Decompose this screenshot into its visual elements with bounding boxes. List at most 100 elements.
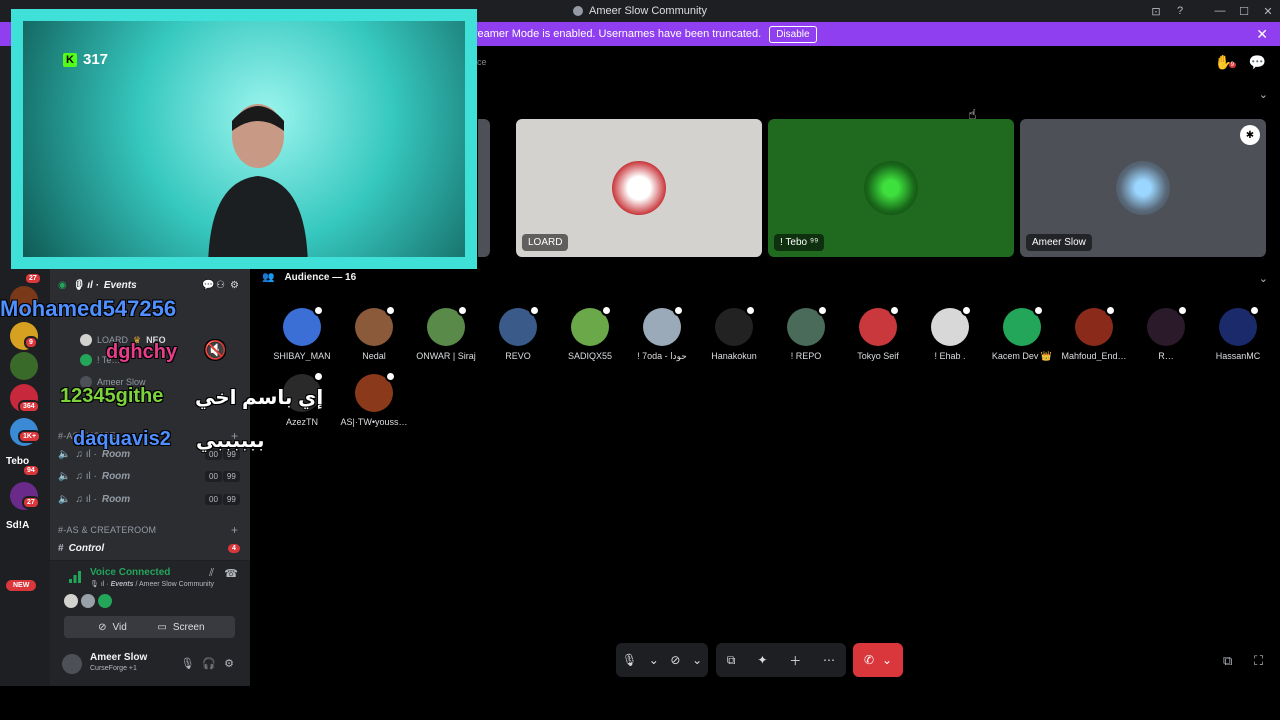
signal-icon[interactable] [68,570,82,584]
maximize-button[interactable]: ☐ [1232,5,1256,18]
audience-member[interactable]: R… [1130,305,1202,361]
gear-icon[interactable]: ⚙ [224,657,234,670]
audience-member[interactable]: Hanakokun [698,305,770,361]
avatar [64,594,78,608]
member-name: ! Ehab . [934,351,966,361]
member-name: Hanakokun [711,351,757,361]
chevron-down-icon[interactable]: ⌄ [649,653,659,667]
audience-member[interactable]: Kacem Dev 👑 [986,305,1058,362]
user-name[interactable]: Ameer Slow [90,652,147,663]
speaker-tile[interactable]: ! Tebo ⁹⁹ [768,119,1014,257]
invite-icon[interactable]: ＋ [789,652,801,669]
chat-overlay-user: Mohamed547256 [0,296,177,321]
user-limit: 00 99 [205,471,240,482]
add-channel-icon[interactable]: + [231,523,238,537]
chat-icon[interactable]: 💬 [202,280,214,291]
chat-overlay-user: daquavis2 [73,428,171,450]
audience-member[interactable]: SADIQX55 [554,305,626,361]
chat-overlay-user: 12345githe [60,385,164,407]
settings-icon[interactable]: ⚙ [230,280,239,291]
avatar [643,305,684,346]
notif-badge: 9 [1228,62,1236,68]
status-icon [961,305,972,316]
member-name: AS|·TW•youss… [340,417,408,427]
disable-streamer-button[interactable]: Disable [769,25,817,43]
status-icon [1033,305,1044,316]
user-avatar[interactable] [62,654,82,674]
mic-icon[interactable]: 🎙 [622,653,637,667]
audience-header: 👥 Audience — 16 [262,272,356,283]
voice-status[interactable]: Voice Connected [90,567,170,578]
status-icon [385,371,396,382]
audience-member[interactable]: Nedal [338,305,410,361]
audience-icon: 👥 [262,272,275,283]
channel-events[interactable]: ◉ 🎙 ıl · Events [58,280,137,291]
status-icon [1177,305,1188,316]
viewer-count-value: 317 [83,51,109,68]
status-icon [1249,305,1260,316]
member-name: SADIQX55 [567,351,613,361]
minimize-button[interactable]: — [1208,5,1232,17]
channel-room[interactable]: 🔈 ♫ ıl · Room [58,494,130,505]
mouse-cursor: ☝ [968,106,977,122]
audience-member[interactable]: ONWAR | Siraj [410,305,482,361]
speaker-name: Ameer Slow [1026,234,1092,251]
avatar [283,305,324,346]
category-createroom[interactable]: #-AS & CREATEROOM [58,525,156,535]
server-label[interactable]: Sd!A [6,520,29,531]
audience-member[interactable]: Tokyo Seif [842,305,914,361]
speaker-tile[interactable]: LOARD [516,119,762,257]
activity-icon[interactable]: ✦ [757,653,767,667]
screen-label: Screen [172,621,205,633]
speaker-avatar [612,161,666,215]
audience-title: Audience — 16 [284,272,357,283]
add-member-icon[interactable]: ⚇ [216,280,225,291]
speaker-tile[interactable]: ✱ Ameer Slow [1020,119,1266,257]
status-icon [529,305,540,316]
speaker-avatar [864,161,918,215]
discord-icon [573,6,583,16]
screen-button[interactable]: ▭ Screen [127,616,235,638]
audience-member[interactable]: REVO [482,305,554,361]
close-banner-icon[interactable]: ✕ [1256,26,1268,43]
avatar [98,594,112,608]
help-icon[interactable]: ? [1168,5,1192,17]
chevron-down-icon[interactable]: ⌄ [692,653,702,667]
more-icon[interactable]: ⋯ [823,653,835,667]
hangup-icon: ✆ [863,653,874,667]
screen-share-icon[interactable]: ⧉ [727,653,736,668]
disconnect-icon[interactable]: ☎ [224,567,238,580]
close-window-button[interactable]: ✕ [1256,5,1280,18]
member-name: ! 7oda - حودا [637,351,687,361]
status-icon [745,305,756,316]
audience-member[interactable]: HassanMC [1202,305,1274,361]
channel-prefix: 🎙 ıl · [71,280,99,291]
audience-member[interactable]: Mahfoud_End… [1058,305,1130,361]
video-off-icon[interactable]: ⊘ [670,653,680,667]
audience-member[interactable]: ! 7oda - حودا [626,305,698,362]
chat-icon[interactable]: 💬 [1249,54,1266,71]
headphones-icon[interactable]: 🎧 [202,657,216,670]
streamer-mode-text: Streamer Mode is enabled. Usernames have… [463,28,762,40]
audience-member[interactable]: SHIBAY_MAN [266,305,338,361]
audience-member[interactable]: AS|·TW•youss… [338,371,410,427]
avatar [80,334,92,346]
voice-location[interactable]: 🎙 ıl · Events / Ameer Slow Community [90,580,214,588]
fullscreen-icon[interactable]: ⛶ [1254,653,1263,669]
inbox-icon[interactable]: ⊡ [1144,5,1168,18]
audience-member[interactable]: ! Ehab . [914,305,986,361]
window-controls: ⊡ ? — ☐ ✕ [1144,0,1280,22]
chevron-down-icon[interactable]: ⌄ [1259,272,1268,285]
noise-suppression-icon[interactable]: ⫽ [209,567,214,580]
channel-room[interactable]: 🔈 ♫ ıl · Room [58,471,130,482]
channel-control[interactable]: # Control [58,543,104,554]
server-icon[interactable] [10,352,38,380]
popout-icon[interactable]: ⧉ [1223,653,1232,669]
member-name: Mahfoud_End… [1061,351,1127,361]
end-call-button[interactable]: ✆ ⌄ [853,643,903,677]
audience-member[interactable]: ! REPO [770,305,842,361]
discord-window: Ameer Slow Community ⊡ ? — ☐ ✕ Streamer … [0,0,1280,720]
chevron-down-icon[interactable]: ⌄ [1259,88,1268,101]
mic-icon[interactable]: 🎙 [180,657,194,670]
member-name: AzezTN [285,417,318,427]
